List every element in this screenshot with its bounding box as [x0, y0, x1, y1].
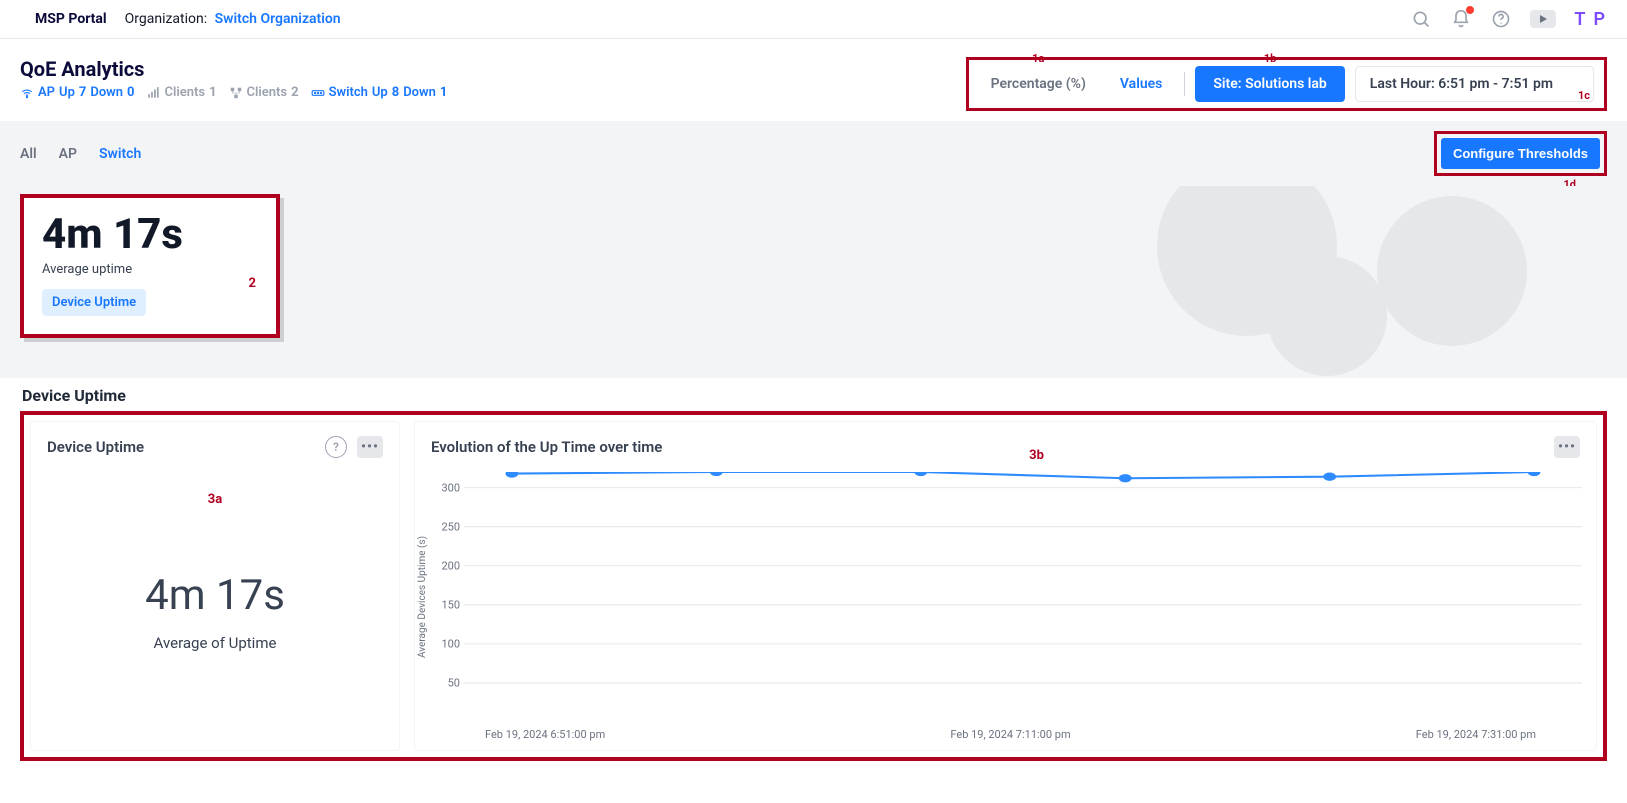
signal-icon — [147, 86, 161, 100]
percentage-toggle[interactable]: 1a Percentage (%) — [979, 66, 1098, 102]
panel-left-subtitle: Average of Uptime — [154, 634, 277, 652]
status-switch[interactable]: Switch Up 8 Down 1 — [311, 85, 448, 100]
values-toggle[interactable]: Values — [1108, 66, 1174, 102]
summary-chip: Device Uptime — [42, 289, 146, 316]
status-ap[interactable]: AP Up 7 Down 0 — [20, 85, 135, 100]
annotation-3a: 3a — [208, 492, 222, 507]
page-title: QoE Analytics — [20, 57, 447, 81]
tab-ap[interactable]: AP — [59, 146, 77, 162]
tab-all[interactable]: All — [20, 146, 37, 162]
site-selector[interactable]: 1b Site: Solutions lab — [1195, 66, 1344, 102]
wifi-icon — [20, 86, 34, 100]
chart-area: Average Devices Uptime (s) 5010015020025… — [415, 472, 1596, 722]
section-title-device-uptime: Device Uptime — [0, 378, 1627, 409]
header-controls: 1a Percentage (%) Values 1b Site: Soluti… — [966, 57, 1607, 111]
msp-portal-label: MSP Portal — [35, 11, 107, 27]
summary-value: 4m 17s — [42, 214, 258, 256]
panel-right-title: Evolution of the Up Time over time — [431, 438, 662, 456]
chart-plot — [464, 472, 1582, 722]
chart-y-label: Average Devices Uptime (s) — [415, 472, 430, 722]
video-icon[interactable] — [1530, 10, 1556, 28]
status-clients-1[interactable]: Clients 1 — [147, 85, 217, 100]
top-bar: MSP Portal Organization: Switch Organiza… — [0, 0, 1627, 39]
background-decoration — [1137, 186, 1587, 378]
summary-subtitle: Average uptime — [42, 262, 258, 277]
annotation-1c: 1c — [1578, 89, 1590, 102]
notifications-icon[interactable] — [1450, 8, 1472, 30]
status-line: AP Up 7 Down 0 Clients 1 Clients 2 Switc… — [20, 85, 447, 100]
annotation-1a: 1a — [1032, 52, 1044, 65]
search-icon[interactable] — [1410, 8, 1432, 30]
time-range-selector[interactable]: Last Hour: 6:51 pm - 7:51 pm — [1355, 66, 1594, 102]
more-menu-icon[interactable]: ••• — [1554, 436, 1580, 458]
summary-card-device-uptime[interactable]: 4m 17s Average uptime Device Uptime 2 — [20, 194, 280, 338]
panel-device-uptime: Device Uptime ? ••• 3a 4m 17s Average of… — [30, 421, 400, 751]
summary-row: 4m 17s Average uptime Device Uptime 2 — [0, 186, 1627, 378]
annotation-3b: 3b — [1029, 448, 1044, 463]
chart-y-axis: 50100150200250300 — [430, 472, 464, 722]
switch-organization-link[interactable]: Switch Organization — [215, 11, 341, 27]
tab-switch[interactable]: Switch — [99, 146, 141, 162]
more-menu-icon[interactable]: ••• — [357, 436, 383, 458]
divider — [1184, 72, 1185, 96]
panel-uptime-evolution: Evolution of the Up Time over time ••• 3… — [414, 421, 1597, 751]
chart-x-axis: Feb 19, 2024 6:51:00 pmFeb 19, 2024 7:11… — [415, 722, 1596, 741]
subtabs-row: All AP Switch Configure Thresholds 1d — [0, 121, 1627, 186]
page-header: QoE Analytics AP Up 7 Down 0 Clients 1 C… — [0, 39, 1627, 121]
organization-label: Organization: — [125, 11, 208, 27]
status-clients-2[interactable]: Clients 2 — [229, 85, 299, 100]
network-icon — [229, 86, 243, 100]
panel-left-value: 4m 17s — [145, 571, 285, 620]
configure-thresholds-button[interactable]: Configure Thresholds — [1441, 138, 1600, 169]
detail-panels: Device Uptime ? ••• 3a 4m 17s Average of… — [20, 411, 1607, 761]
annotation-1b: 1b — [1264, 52, 1277, 65]
annotation-2: 2 — [249, 276, 256, 291]
notification-dot — [1466, 6, 1474, 14]
help-icon[interactable]: ? — [325, 436, 347, 458]
panel-left-title: Device Uptime — [47, 438, 144, 456]
avatar[interactable]: T P — [1574, 9, 1607, 30]
switch-icon — [311, 86, 325, 100]
help-icon[interactable] — [1490, 8, 1512, 30]
